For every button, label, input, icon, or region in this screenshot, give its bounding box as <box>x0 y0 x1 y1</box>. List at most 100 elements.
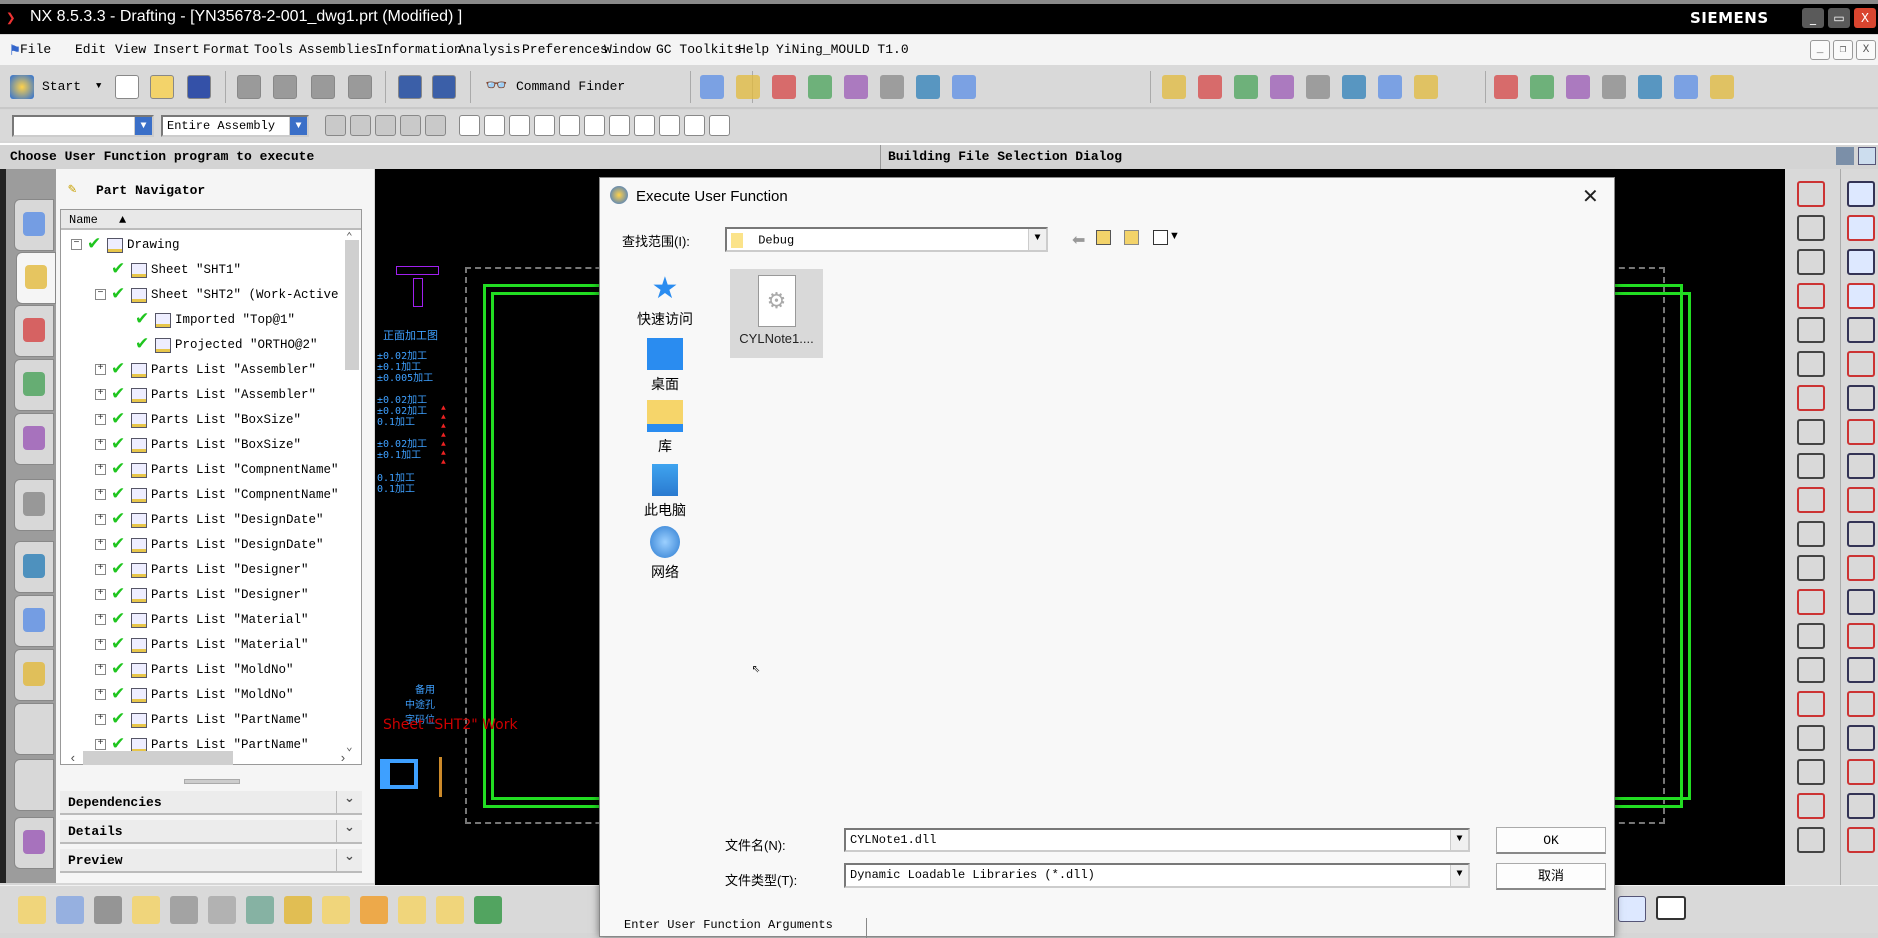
splitter-handle[interactable] <box>184 779 240 784</box>
place-libraries[interactable]: 库 <box>610 400 720 456</box>
place-quick-access[interactable]: ★ 快速访问 <box>610 273 720 329</box>
drafting-tool-icon[interactable] <box>1797 759 1825 785</box>
menu-window[interactable]: Window <box>604 42 651 57</box>
drafting-tool-icon[interactable] <box>1797 283 1825 309</box>
assembly-tool-icon[interactable] <box>18 896 46 924</box>
drafting-tool-icon[interactable] <box>1797 317 1825 343</box>
profile-icon[interactable] <box>1306 75 1330 99</box>
end-point-icon[interactable] <box>509 115 530 136</box>
assembly-tool-icon[interactable] <box>360 896 388 924</box>
tree-row[interactable]: ✔ Sheet "SHT1" <box>61 259 345 281</box>
tree-row[interactable]: + ✔ Parts List "DesignDate" <box>61 534 345 556</box>
expand-icon[interactable]: + <box>95 464 106 475</box>
drafting-tool-icon[interactable] <box>1797 249 1825 275</box>
tab-part-navigator[interactable] <box>16 252 56 304</box>
open-folder-icon[interactable] <box>150 75 174 99</box>
scroll-down-icon[interactable]: ⌄ <box>346 740 353 754</box>
drafting-view-icon[interactable] <box>1618 896 1646 922</box>
details-section[interactable]: Details ⌄ <box>60 820 362 844</box>
snap-2-icon[interactable] <box>400 115 421 136</box>
tree-row[interactable]: − ✔ Sheet "SHT2" (Work-Active <box>61 284 345 306</box>
annotation-tool-icon[interactable] <box>1847 793 1875 819</box>
annotation-tool-icon[interactable] <box>1847 589 1875 615</box>
tree-row[interactable]: + ✔ Parts List "BoxSize" <box>61 409 345 431</box>
assembly-tool-icon[interactable] <box>284 896 312 924</box>
trim-icon[interactable] <box>1342 75 1366 99</box>
expand-icon[interactable]: + <box>95 664 106 675</box>
assembly-tool-icon[interactable] <box>398 896 426 924</box>
full-screen-icon[interactable] <box>1858 147 1876 165</box>
control-point-icon[interactable] <box>559 115 580 136</box>
annotation-tool-icon[interactable] <box>1847 419 1875 445</box>
ok-button[interactable]: OK <box>1496 827 1606 854</box>
show-hide-icon[interactable] <box>880 75 904 99</box>
name-column-header[interactable]: Name ▲ <box>61 210 361 230</box>
assembly-tool-icon[interactable] <box>94 896 122 924</box>
tab-empty-tab[interactable] <box>14 703 54 755</box>
drafting-tool-icon[interactable] <box>1797 657 1825 683</box>
edit-icon[interactable] <box>808 75 832 99</box>
tab-roles[interactable] <box>14 817 54 869</box>
doc-close-button[interactable]: X <box>1856 40 1876 60</box>
filetype-dropdown[interactable]: Dynamic Loadable Libraries (*.dll) ▼ <box>844 863 1470 888</box>
assembly-tool-icon[interactable] <box>56 896 84 924</box>
new-file-icon[interactable] <box>115 75 139 99</box>
menu-yining-mould-t1-0[interactable]: YiNing_MOULD T1.0 <box>776 42 909 57</box>
redo-icon[interactable] <box>432 75 456 99</box>
drafting-tool-icon[interactable] <box>1797 487 1825 513</box>
tab-web-browser[interactable] <box>14 479 54 531</box>
drafting-tool-icon[interactable] <box>1797 419 1825 445</box>
arguments-tab[interactable]: Enter User Function Arguments <box>620 918 867 938</box>
rectangle-icon[interactable] <box>1234 75 1258 99</box>
new-folder-icon[interactable] <box>1124 230 1139 245</box>
tree-row[interactable]: + ✔ Parts List "Designer" <box>61 559 345 581</box>
drafting-tool-icon[interactable] <box>1797 181 1825 207</box>
horizontal-scrollbar[interactable] <box>83 751 233 765</box>
edit-cell-icon[interactable] <box>1674 75 1698 99</box>
tab-history[interactable] <box>14 541 54 593</box>
cut-icon[interactable] <box>237 75 261 99</box>
place-this-pc[interactable]: 此电脑 <box>610 464 720 520</box>
drafting-tool-icon[interactable] <box>1797 215 1825 241</box>
annotation-tool-icon[interactable] <box>1847 317 1875 343</box>
barcode-icon[interactable] <box>1656 896 1686 920</box>
menu-analysis[interactable]: Analysis <box>458 42 520 57</box>
drafting-tool-icon[interactable] <box>1797 555 1825 581</box>
line-icon[interactable] <box>1162 75 1186 99</box>
place-desktop[interactable]: 桌面 <box>610 338 720 394</box>
annotation-tool-icon[interactable] <box>1847 759 1875 785</box>
tree-row[interactable]: + ✔ Parts List "BoxSize" <box>61 434 345 456</box>
polyline-icon[interactable] <box>1270 75 1294 99</box>
expand-icon[interactable]: + <box>95 739 106 750</box>
menu-gc-toolkits[interactable]: GC Toolkits <box>656 42 742 57</box>
snap-center-icon[interactable] <box>484 115 505 136</box>
tree-row[interactable]: − ✔ Drawing <box>61 234 345 256</box>
back-icon[interactable]: ⬅ <box>1072 230 1085 250</box>
cancel-button[interactable]: 取消 <box>1496 863 1606 890</box>
tab-assembly-navigator[interactable] <box>14 199 54 251</box>
view-menu-icon[interactable] <box>1153 230 1168 245</box>
table-icon[interactable] <box>1494 75 1518 99</box>
annotation-tool-icon[interactable] <box>1847 351 1875 377</box>
copy-icon[interactable] <box>273 75 297 99</box>
tab-hd3d-tools[interactable] <box>14 413 54 465</box>
tree-row[interactable]: + ✔ Parts List "Material" <box>61 634 345 656</box>
assembly-tool-icon[interactable] <box>246 896 274 924</box>
drafting-tool-icon[interactable] <box>1797 725 1825 751</box>
tree-row[interactable]: + ✔ Parts List "Assembler" <box>61 384 345 406</box>
select-icon[interactable] <box>325 115 346 136</box>
drafting-tool-icon[interactable] <box>1797 351 1825 377</box>
assembly-tool-icon[interactable] <box>208 896 236 924</box>
drafting-tool-icon[interactable] <box>1797 589 1825 615</box>
drafting-tool-icon[interactable] <box>1797 793 1825 819</box>
parts-list-icon[interactable] <box>1710 75 1734 99</box>
assembly-tool-icon[interactable] <box>170 896 198 924</box>
tree-row[interactable]: + ✔ Parts List "MoldNo" <box>61 684 345 706</box>
annotation-tool-icon[interactable] <box>1847 181 1875 207</box>
drafting-tool-icon[interactable] <box>1797 521 1825 547</box>
section-icon[interactable] <box>1414 75 1438 99</box>
ruler-icon[interactable] <box>952 75 976 99</box>
preview-section[interactable]: Preview ⌄ <box>60 849 362 873</box>
annotation-tool-icon[interactable] <box>1847 249 1875 275</box>
assembly-tool-icon[interactable] <box>132 896 160 924</box>
